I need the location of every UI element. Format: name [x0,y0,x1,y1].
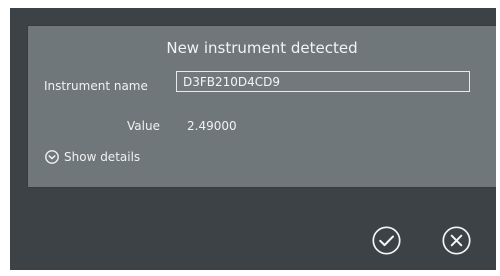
dialog-title: New instrument detected [166,39,358,57]
show-details-toggle[interactable]: Show details [44,149,140,165]
value-readout: 2.49000 [187,119,237,133]
check-circle-icon [371,225,402,256]
confirm-button[interactable] [371,225,402,256]
new-instrument-dialog: New instrument detected Instrument name … [28,26,496,187]
value-label: Value [127,119,160,133]
instrument-name-input[interactable] [176,71,470,92]
show-details-label: Show details [64,150,141,164]
close-circle-icon [441,225,472,256]
app-screen: New instrument detected Instrument name … [10,8,496,270]
chevron-down-circle-icon [44,149,60,165]
close-button[interactable] [441,225,472,256]
instrument-name-label: Instrument name [44,79,148,93]
